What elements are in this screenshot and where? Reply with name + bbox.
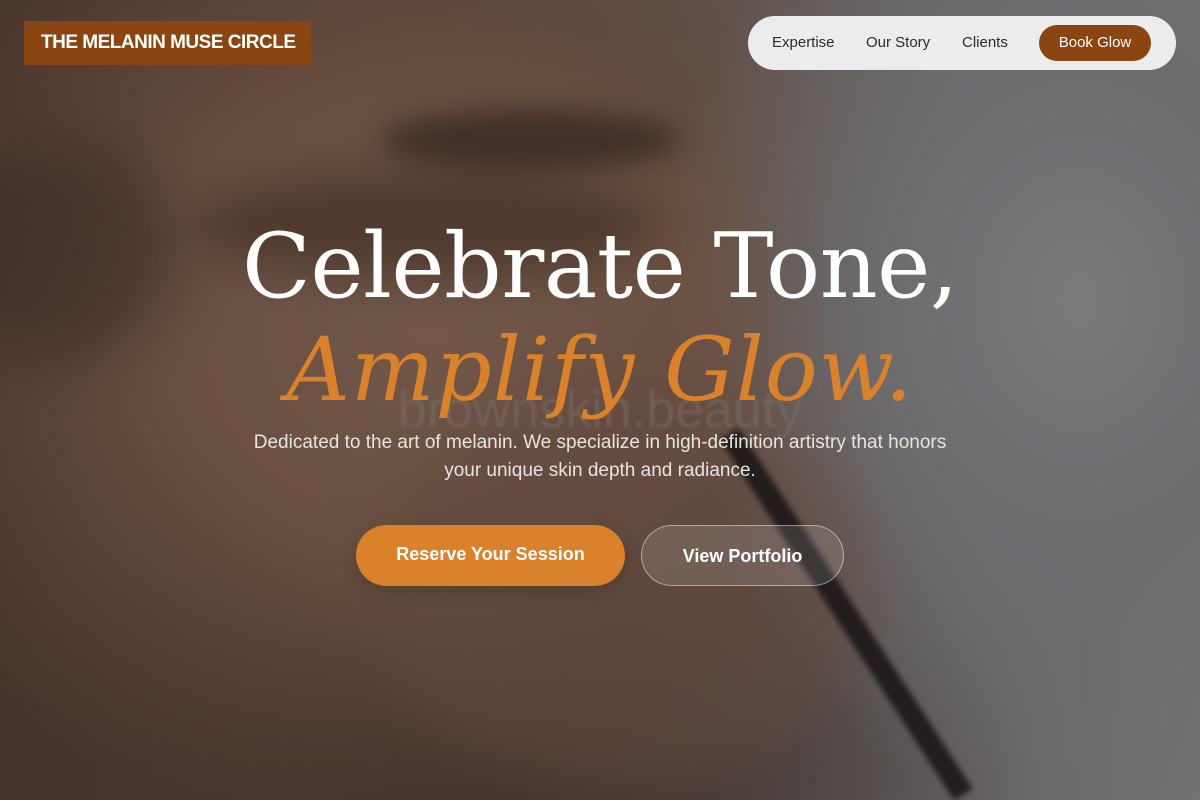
view-portfolio-button[interactable]: View Portfolio: [641, 525, 844, 586]
nav-link-expertise[interactable]: Expertise: [772, 16, 835, 70]
hero-headline-line-1: Celebrate Tone,: [241, 214, 959, 319]
main-nav: Expertise Our Story Clients Book Glow: [748, 16, 1176, 70]
hero-description: Dedicated to the art of melanin. We spec…: [253, 432, 947, 481]
brand-logo[interactable]: THE MELANIN MUSE CIRCLE: [24, 21, 311, 65]
hero-headline-line-2: Amplify Glow.: [286, 318, 914, 421]
nav-link-our-story[interactable]: Our Story: [866, 16, 930, 70]
nav-link-clients[interactable]: Clients: [962, 16, 1008, 70]
reserve-session-button[interactable]: Reserve Your Session: [356, 525, 625, 586]
book-glow-button[interactable]: Book Glow: [1039, 25, 1151, 61]
